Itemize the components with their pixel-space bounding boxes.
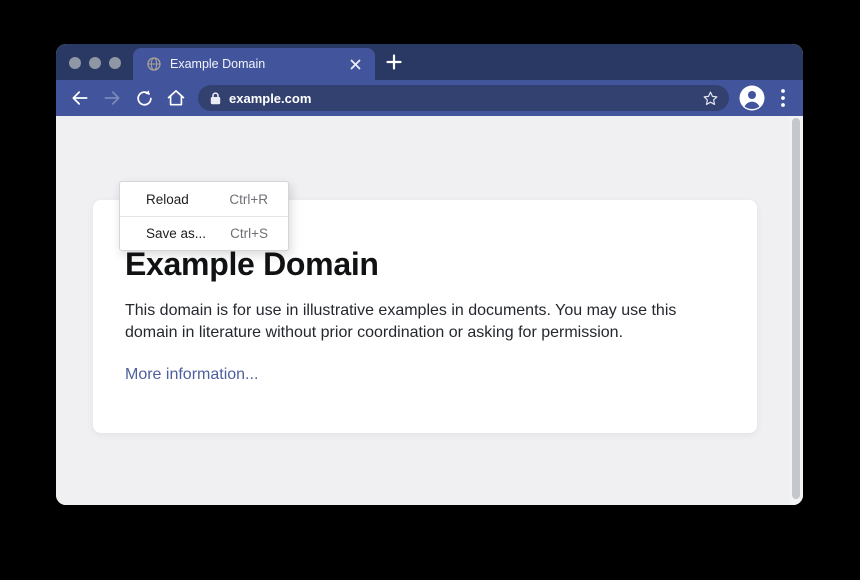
context-menu-item-save-as[interactable]: Save as... Ctrl+S [120,216,288,250]
browser-window: Example Domain [56,44,803,505]
zoom-window-button[interactable] [109,57,121,69]
kebab-menu-icon[interactable] [775,86,791,110]
more-information-link[interactable]: More information... [125,366,258,384]
close-window-button[interactable] [69,57,81,69]
url-text: example.com [229,91,702,106]
browser-tab[interactable]: Example Domain [133,48,375,80]
menu-item-label: Reload [146,192,229,207]
home-icon[interactable] [164,86,188,110]
page-content: Example Domain This domain is for use in… [56,116,803,505]
back-icon[interactable] [68,86,92,110]
forward-icon[interactable] [100,86,124,110]
page-paragraph: This domain is for use in illustrative e… [125,300,717,344]
toolbar: example.com [56,80,803,116]
new-tab-icon[interactable] [386,54,402,70]
globe-favicon-icon [147,57,161,71]
context-menu-item-reload[interactable]: Reload Ctrl+R [120,182,288,216]
tab-close-icon[interactable] [347,56,363,72]
bookmark-star-icon[interactable] [702,90,719,107]
context-menu: Reload Ctrl+R Save as... Ctrl+S [119,181,289,251]
scrollbar-track[interactable] [789,116,803,505]
tab-title: Example Domain [170,57,347,71]
menu-item-label: Save as... [146,226,230,241]
menu-item-shortcut: Ctrl+S [230,226,268,241]
menu-item-shortcut: Ctrl+R [229,192,268,207]
minimize-window-button[interactable] [89,57,101,69]
reload-icon[interactable] [132,86,156,110]
titlebar: Example Domain [56,44,803,80]
page-title: Example Domain [125,246,725,283]
traffic-lights [69,57,121,69]
scrollbar-thumb[interactable] [792,118,800,499]
address-bar[interactable]: example.com [198,85,729,111]
lock-icon [210,92,221,105]
profile-avatar[interactable] [739,85,765,111]
